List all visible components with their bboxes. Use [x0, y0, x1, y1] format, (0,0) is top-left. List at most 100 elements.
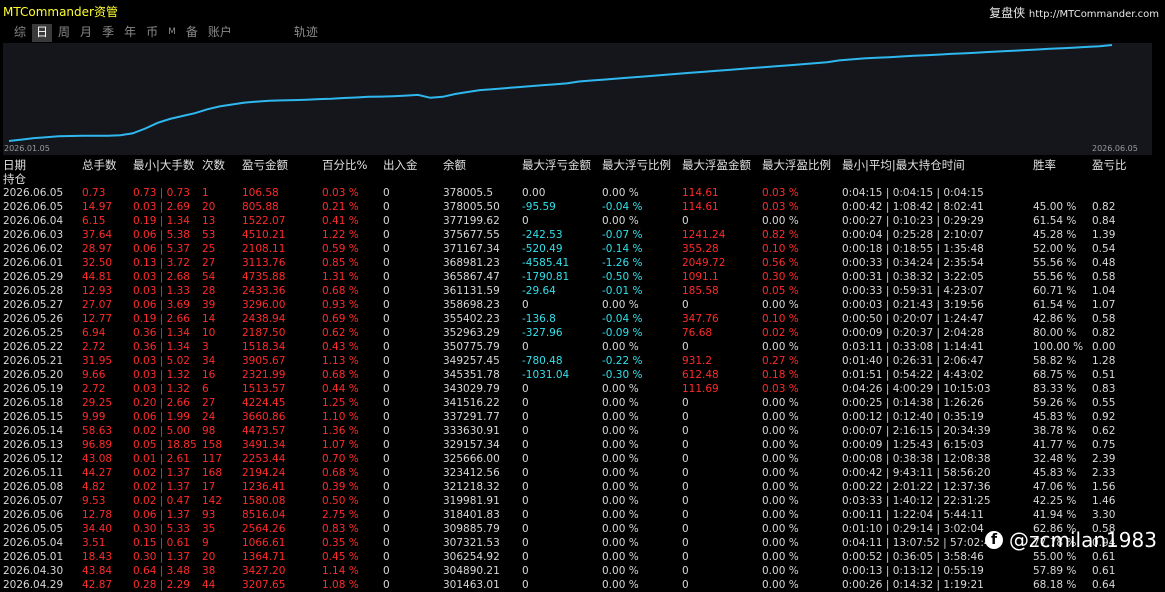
table-row[interactable]: 2026.06.03 37.64 0.06 | 5.38 53 4510.21 1.22 …: [0, 228, 1165, 242]
table-cell: 307321.53: [443, 537, 500, 549]
table-cell: 0.62 %: [322, 327, 359, 339]
table-cell: 4735.88: [242, 271, 286, 283]
table-row[interactable]: 2026.05.25 6.94 0.36 | 1.34 10 2187.50 0.62 %…: [0, 326, 1165, 340]
table-cell: 44.27: [82, 467, 113, 479]
table-cell: 3.30: [1092, 509, 1116, 521]
column-header[interactable]: 盈亏比: [1092, 158, 1127, 172]
column-header[interactable]: 日期: [3, 158, 26, 172]
table-row[interactable]: 2026.05.28 12.93 0.03 | 1.33 28 2433.36 0.68 …: [0, 284, 1165, 298]
table-cell: 53: [202, 229, 216, 241]
column-header[interactable]: 余额: [443, 158, 466, 172]
table-row[interactable]: 2026.05.27 27.07 0.06 | 3.69 39 3296.00 0.93 …: [0, 298, 1165, 312]
table-row[interactable]: 2026.05.19 2.72 0.03 | 1.32 6 1513.57 0.44 % 0…: [0, 382, 1165, 396]
tab-10[interactable]: 轨迹: [290, 24, 322, 42]
table-row[interactable]: 2026.05.08 4.82 0.02 | 1.37 17 1236.41 0.39 %…: [0, 480, 1165, 494]
table-cell: 0.00 %: [602, 453, 639, 465]
table-row[interactable]: 2026.05.07 9.53 0.02 | 0.47 142 1580.08 0.50 …: [0, 494, 1165, 508]
table-cell: 1.56: [1092, 481, 1116, 493]
column-header[interactable]: 最大浮盈比例: [762, 158, 831, 172]
column-header[interactable]: 最大浮亏金额: [522, 158, 591, 172]
table-cell: 0.00 %: [602, 425, 639, 437]
table-row[interactable]: 2026.05.13 96.89 0.05 | 18.85 158 3491.34 1.0…: [0, 438, 1165, 452]
tab-0[interactable]: 综: [10, 24, 30, 42]
table-row[interactable]: 2026.05.18 29.25 0.20 | 2.66 27 4224.45 1.25 …: [0, 396, 1165, 410]
table-cell: 341516.22: [443, 397, 500, 409]
table-row[interactable]: 2026.05.22 2.72 0.36 | 1.34 3 1518.34 0.43 % 0…: [0, 340, 1165, 354]
table-row[interactable]: 2026.05.29 44.81 0.03 | 2.68 54 4735.88 1.31 …: [0, 270, 1165, 284]
table-cell: 0: [522, 551, 529, 563]
tab-2[interactable]: 周: [54, 24, 74, 42]
table-cell: 1.25 %: [322, 397, 359, 409]
tab-5[interactable]: 年: [120, 24, 140, 42]
table-row[interactable]: 2026.05.15 9.99 0.06 | 1.99 24 3660.86 1.10 %…: [0, 410, 1165, 424]
table-cell: 0.00 %: [762, 397, 799, 409]
tab-6[interactable]: 币: [142, 24, 162, 42]
table-cell: 358698.23: [443, 299, 500, 311]
column-header[interactable]: 百分比%: [322, 158, 367, 172]
brand-url[interactable]: http://MTCommander.com: [1029, 9, 1159, 20]
table-row[interactable]: 2026.05.06 12.78 0.06 | 1.37 93 8516.04 2.75 …: [0, 508, 1165, 522]
table-cell: 0.00 %: [602, 397, 639, 409]
column-header[interactable]: 最小|大手数: [133, 158, 194, 172]
table-cell: 0: [383, 243, 390, 255]
column-header[interactable]: 总手数: [82, 158, 117, 172]
table-cell: 1091.1: [682, 271, 719, 283]
table-cell: 1.13 %: [322, 355, 359, 367]
column-header[interactable]: 最小|平均|最大持仓时间: [842, 158, 965, 172]
table-cell: -1031.04: [522, 369, 570, 381]
table-cell: 0.03 %: [762, 187, 799, 199]
table-cell: 377199.62: [443, 215, 500, 227]
table-cell: 0: [522, 299, 529, 311]
table-cell: 185.58: [682, 285, 719, 297]
table-row[interactable]: 2026.06.05 0.73 0.73 | 0.73 1 106.58 0.03 % 0 3…: [0, 186, 1165, 200]
table-cell: 57.89 %: [1033, 565, 1077, 577]
tab-3[interactable]: 月: [76, 24, 96, 42]
table-row[interactable]: 2026.06.01 32.50 0.13 | 3.72 27 3113.76 0.85 …: [0, 256, 1165, 270]
column-header[interactable]: 最大浮盈金额: [682, 158, 751, 172]
table-cell: 2026.05.18: [3, 397, 64, 409]
column-header[interactable]: 最大浮亏比例: [602, 158, 671, 172]
title-bar: MTCommander资管 复盘侠 http://MTCommander.com: [0, 0, 1165, 22]
table-cell: 0.00 %: [762, 579, 799, 591]
table-cell: 0:00:33 | 0:59:31 | 4:23:07: [842, 285, 984, 297]
table-row[interactable]: 2026.05.21 31.95 0.03 | 5.02 34 3905.67 1.13 …: [0, 354, 1165, 368]
table-row[interactable]: 2026.06.05 14.97 0.03 | 2.69 20 805.88 0.21 %…: [0, 200, 1165, 214]
table-row[interactable]: 2026.05.20 9.66 0.03 | 1.32 16 2321.99 0.68 %…: [0, 368, 1165, 382]
brand-name: 复盘侠: [989, 6, 1026, 20]
tab-8[interactable]: 备: [182, 24, 202, 42]
brand-link[interactable]: 复盘侠 http://MTCommander.com: [989, 4, 1159, 21]
table-cell: 0: [682, 509, 689, 521]
table-cell: 0: [522, 425, 529, 437]
column-header[interactable]: 出入金: [383, 158, 418, 172]
table-row[interactable]: 2026.04.30 43.84 0.64 | 3.48 38 3427.20 1.14 …: [0, 564, 1165, 578]
table-cell: 37.64: [82, 229, 113, 241]
column-header[interactable]: 次数: [202, 158, 225, 172]
table-row[interactable]: 2026.05.14 58.63 0.02 | 5.00 98 4473.57 1.36 …: [0, 424, 1165, 438]
table-cell: 2.72: [82, 383, 106, 395]
table-cell: 612.48: [682, 369, 719, 381]
table-row[interactable]: 2026.05.26 12.77 0.19 | 2.66 14 2438.94 0.69 …: [0, 312, 1165, 326]
tab-9[interactable]: 账户: [204, 24, 236, 42]
table-cell: 0: [383, 397, 390, 409]
column-header[interactable]: 胜率: [1033, 158, 1056, 172]
table-cell: 0:00:25 | 0:14:38 | 1:26:26: [842, 397, 984, 409]
table-row[interactable]: 2026.04.29 42.87 0.28 | 2.29 44 3207.65 1.08 …: [0, 578, 1165, 592]
table-row[interactable]: 2026.05.12 43.08 0.01 | 2.61 117 2253.44 0.70…: [0, 452, 1165, 466]
table-cell: -29.64: [522, 285, 556, 297]
tab-1[interactable]: 日: [32, 24, 53, 42]
table-row[interactable]: 2026.06.02 28.97 0.06 | 5.37 25 2108.11 0.59 …: [0, 242, 1165, 256]
tab-7[interactable]: M: [164, 24, 180, 42]
table-row[interactable]: 2026.05.11 44.27 0.02 | 1.37 168 2194.24 0.68…: [0, 466, 1165, 480]
table-cell: 0.92: [1092, 411, 1116, 423]
table-cell: 0.00 %: [602, 495, 639, 507]
table-cell: 0:00:08 | 0:38:38 | 12:08:38: [842, 453, 991, 465]
table-cell: 55.56 %: [1033, 257, 1077, 269]
table-cell: 318401.83: [443, 509, 500, 521]
table-cell: 2026.06.05: [3, 201, 64, 213]
column-header[interactable]: 盈亏金额: [242, 158, 288, 172]
table-cell: 3: [202, 341, 209, 353]
table-row[interactable]: 2026.06.04 6.15 0.19 | 1.34 13 1522.07 0.41 %…: [0, 214, 1165, 228]
tab-4[interactable]: 季: [98, 24, 118, 42]
table-cell: 2026.06.01: [3, 257, 64, 269]
table-cell: 1580.08: [242, 495, 286, 507]
